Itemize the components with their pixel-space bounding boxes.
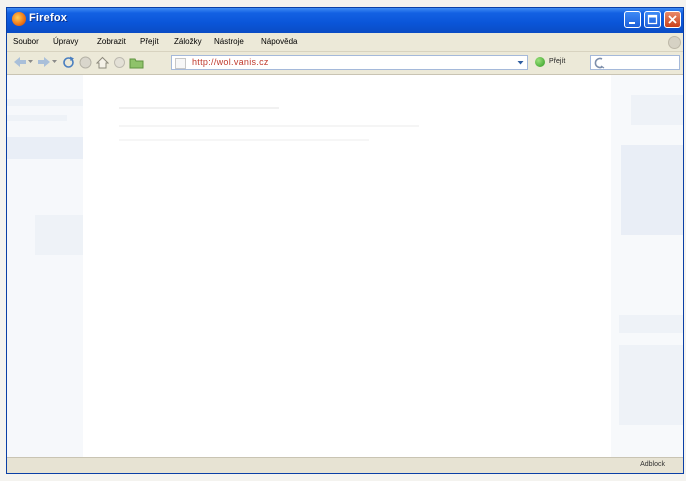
- maximize-button[interactable]: [644, 11, 661, 28]
- bookmark-folder-icon[interactable]: [129, 56, 144, 69]
- close-icon: [668, 15, 677, 24]
- menu-prejit[interactable]: Přejít: [140, 37, 159, 46]
- window-title: Firefox: [29, 12, 68, 24]
- navigation-toolbar: http://wol.vanis.cz Přejít: [7, 52, 683, 75]
- history-icon[interactable]: [113, 56, 126, 69]
- back-arrow-icon[interactable]: [13, 56, 27, 68]
- menu-upravy[interactable]: Úpravy: [53, 37, 78, 46]
- reload-icon[interactable]: [62, 56, 75, 69]
- menu-bar: Soubor Úpravy Zobrazit Přejít Záložky Ná…: [7, 33, 683, 52]
- home-icon[interactable]: [96, 56, 109, 69]
- url-dropdown-icon[interactable]: [515, 57, 526, 68]
- close-button[interactable]: [664, 11, 681, 28]
- menu-zalozky[interactable]: Záložky: [174, 37, 202, 46]
- page-content-area[interactable]: [7, 75, 683, 457]
- url-text[interactable]: http://wol.vanis.cz: [192, 57, 269, 67]
- go-arrow-icon: [535, 57, 545, 67]
- adblock-status[interactable]: Adblock: [640, 461, 665, 468]
- forward-dropdown-icon[interactable]: [52, 60, 57, 64]
- stop-icon[interactable]: [79, 56, 92, 69]
- search-engine-icon[interactable]: [593, 57, 605, 69]
- minimize-button[interactable]: [624, 11, 641, 28]
- page-favicon-icon: [175, 58, 186, 69]
- back-dropdown-icon[interactable]: [28, 60, 33, 64]
- maximize-icon: [647, 14, 658, 25]
- menu-napoveda[interactable]: Nápověda: [261, 37, 297, 46]
- page-left-margin: [7, 75, 83, 457]
- status-bar: Adblock: [7, 457, 683, 473]
- web-page: [83, 75, 613, 457]
- title-bar[interactable]: Firefox: [7, 8, 683, 33]
- forward-arrow-icon[interactable]: [37, 56, 51, 68]
- url-bar[interactable]: http://wol.vanis.cz: [171, 55, 528, 70]
- minimize-icon: [629, 22, 635, 24]
- browser-window: Firefox Soubor Úpravy Zobrazit Přejít Zá…: [6, 7, 684, 474]
- menu-zobrazit[interactable]: Zobrazit: [97, 37, 126, 46]
- page-right-margin: [611, 75, 683, 457]
- menu-soubor[interactable]: Soubor: [13, 37, 39, 46]
- firefox-icon: [12, 12, 26, 26]
- go-label: Přejít: [549, 58, 566, 65]
- throbber-icon: [668, 36, 681, 49]
- menu-nastroje[interactable]: Nástroje: [214, 37, 244, 46]
- search-input[interactable]: [590, 55, 680, 70]
